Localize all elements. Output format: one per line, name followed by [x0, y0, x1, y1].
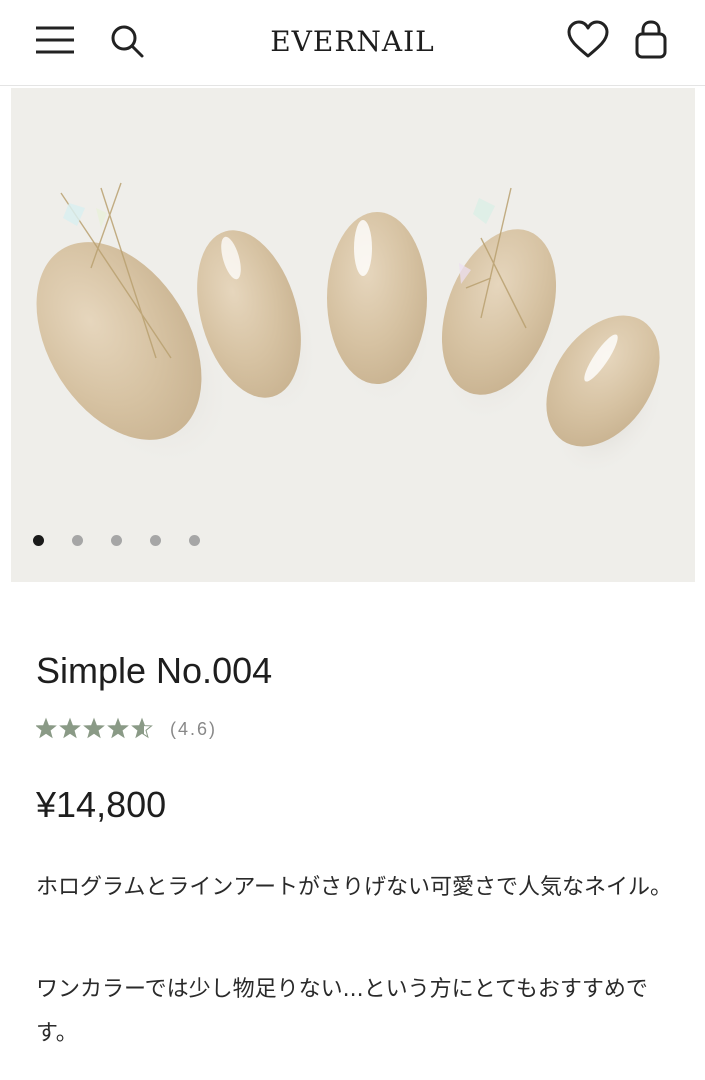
- carousel-dot[interactable]: [33, 535, 44, 546]
- search-icon[interactable]: [108, 22, 146, 60]
- product-title: Simple No.004: [36, 650, 273, 691]
- star-icon: [84, 719, 104, 738]
- product-price: ¥14,800: [36, 784, 167, 825]
- product-description-1: ホログラムとラインアートがさりげない可愛さで人気なネイル。: [36, 875, 673, 900]
- rating-value: (4.6): [170, 719, 218, 739]
- product-description-2: ワンカラーでは少し物足りない...という方にとてもおすすめです。: [36, 977, 648, 1046]
- product-image: [36, 182, 668, 479]
- product-image-gallery[interactable]: [11, 88, 695, 582]
- star-icon: [108, 719, 128, 738]
- shopping-bag-icon[interactable]: [632, 20, 670, 60]
- brand-logo[interactable]: EVERNAIL: [240, 22, 465, 62]
- top-header: EVERNAIL: [0, 0, 705, 86]
- carousel-dot[interactable]: [150, 535, 161, 546]
- carousel-dot[interactable]: [111, 535, 122, 546]
- menu-icon[interactable]: [34, 24, 76, 56]
- carousel-dot[interactable]: [72, 535, 83, 546]
- star-icon: [36, 719, 56, 738]
- star-icon: [60, 719, 80, 738]
- carousel-dot[interactable]: [189, 535, 200, 546]
- heart-icon[interactable]: [566, 20, 610, 60]
- star-rating-icon: [36, 717, 153, 739]
